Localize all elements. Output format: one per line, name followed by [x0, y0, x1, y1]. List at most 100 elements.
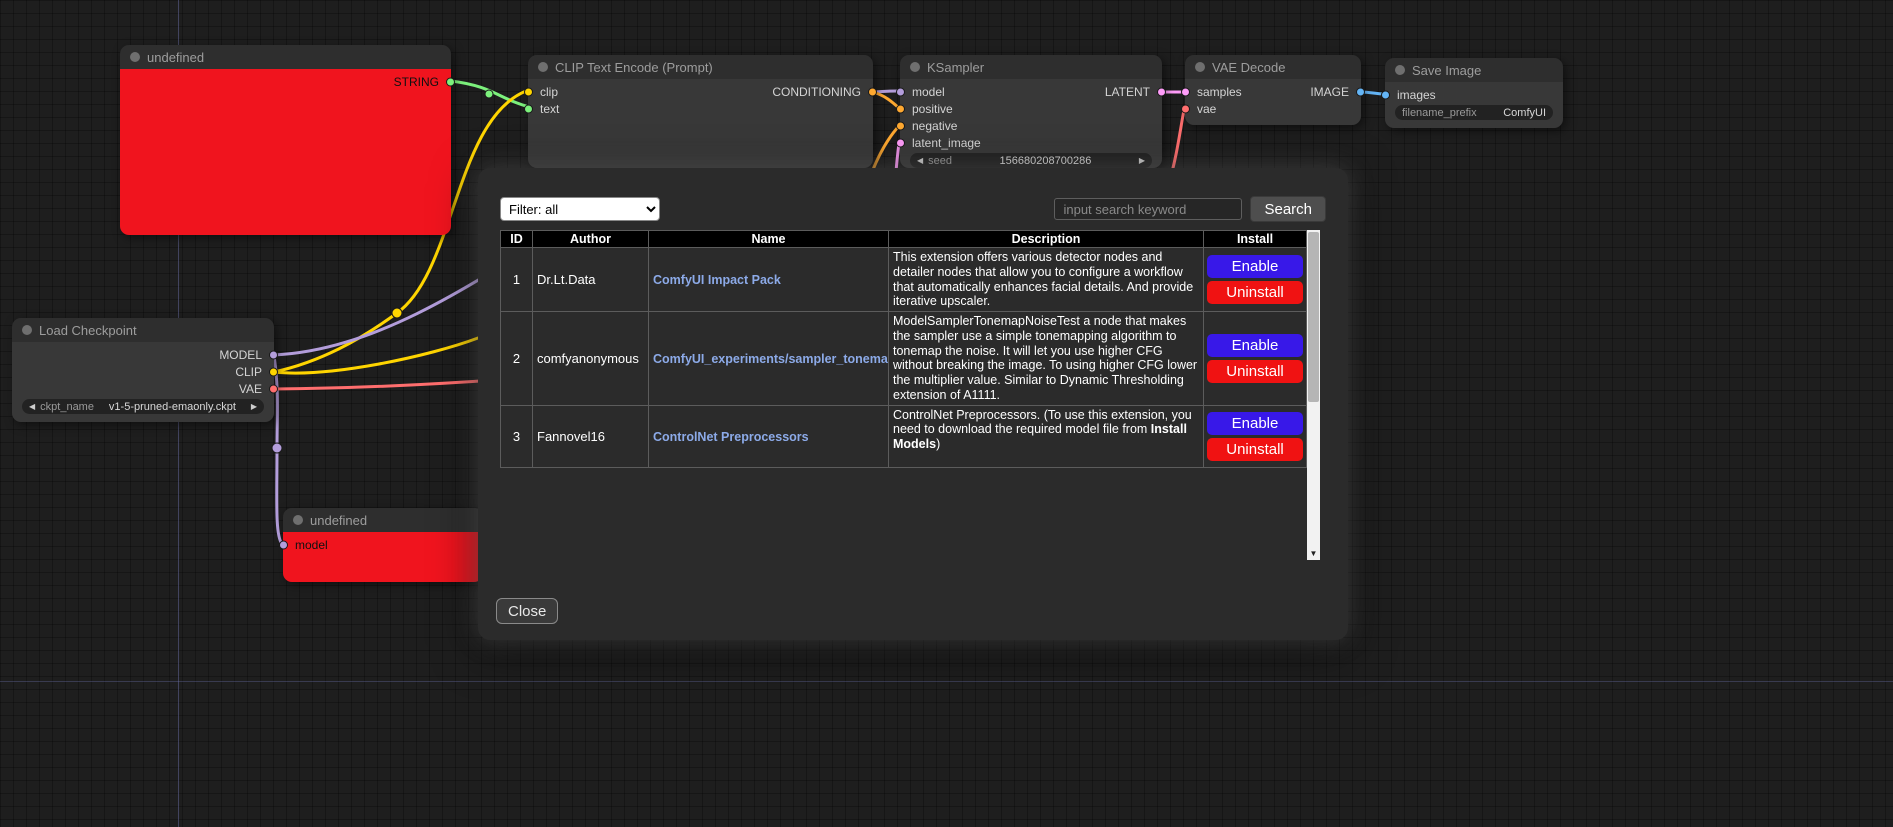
- extension-link[interactable]: ControlNet Preprocessors: [653, 430, 809, 444]
- extension-table-body: 1Dr.Lt.DataComfyUI Impact PackThis exten…: [501, 248, 1307, 468]
- node-body: samples IMAGE vae: [1185, 79, 1361, 125]
- slot-label-text: text: [540, 102, 559, 116]
- close-button[interactable]: Close: [496, 598, 558, 624]
- widget-ckpt-name[interactable]: ◀ ckpt_name v1-5-pruned-emaonly.ckpt ▶: [22, 399, 264, 414]
- slot-label-positive: positive: [912, 102, 953, 116]
- extension-row: 2comfyanonymousComfyUI_experiments/sampl…: [501, 312, 1307, 406]
- node-title-bar: KSampler: [900, 55, 1162, 79]
- dialog-controls: Filter: all Search: [500, 196, 1326, 222]
- node-undefined-bottom[interactable]: undefined model: [283, 508, 483, 582]
- node-body: clip CONDITIONING text: [528, 79, 873, 168]
- slot-label-vae: vae: [1197, 102, 1216, 116]
- manager-dialog: Filter: all Search IDAuthorNameDescripti…: [478, 168, 1348, 640]
- link-dot-clip[interactable]: [392, 308, 402, 318]
- graph-canvas[interactable]: undefined STRING CLIP Text Encode (Promp…: [0, 0, 1893, 827]
- cell-name: ComfyUI_experiments/sampler_tonemap: [649, 312, 889, 406]
- input-slot-negative[interactable]: [896, 121, 905, 130]
- cell-name: ControlNet Preprocessors: [649, 405, 889, 467]
- collapse-dot[interactable]: [538, 62, 548, 72]
- input-slot-clip[interactable]: [524, 87, 533, 96]
- cell-id: 2: [501, 312, 533, 406]
- widget-seed[interactable]: ◀ seed 156680208700286 ▶: [910, 153, 1152, 168]
- output-slot-string[interactable]: [446, 77, 455, 86]
- extension-link[interactable]: ComfyUI_experiments/sampler_tonemap: [653, 352, 889, 366]
- collapse-dot[interactable]: [910, 62, 920, 72]
- slot-label-latent-image: latent_image: [912, 136, 981, 150]
- widget-filename-prefix[interactable]: filename_prefix ComfyUI: [1395, 105, 1553, 120]
- link-dot-model[interactable]: [272, 443, 282, 453]
- increment-arrow-icon[interactable]: ▶: [1139, 153, 1145, 168]
- search-input[interactable]: [1054, 198, 1242, 220]
- node-save-image[interactable]: Save Image images filename_prefix ComfyU…: [1385, 58, 1563, 128]
- decrement-arrow-icon[interactable]: ◀: [29, 399, 35, 414]
- extension-row: 1Dr.Lt.DataComfyUI Impact PackThis exten…: [501, 248, 1307, 312]
- extension-link[interactable]: ComfyUI Impact Pack: [653, 273, 781, 287]
- widget-name: seed: [928, 155, 952, 167]
- collapse-dot[interactable]: [1195, 62, 1205, 72]
- decrement-arrow-icon[interactable]: ◀: [917, 153, 923, 168]
- output-slot-clip[interactable]: [269, 367, 278, 376]
- output-slot-latent[interactable]: [1157, 87, 1166, 96]
- cell-install: Enable Uninstall: [1204, 405, 1307, 467]
- enable-button[interactable]: Enable: [1207, 412, 1303, 435]
- cell-author: Dr.Lt.Data: [533, 248, 649, 312]
- enable-button[interactable]: Enable: [1207, 255, 1303, 278]
- cell-install: Enable Uninstall: [1204, 312, 1307, 406]
- input-slot-latent-image[interactable]: [896, 138, 905, 147]
- output-slot-image[interactable]: [1356, 87, 1365, 96]
- scrollbar-down-arrow-icon[interactable]: ▼: [1307, 547, 1320, 560]
- scrollbar[interactable]: ▼: [1307, 230, 1320, 560]
- input-slot-images[interactable]: [1381, 90, 1390, 99]
- node-body: images filename_prefix ComfyUI: [1385, 82, 1563, 128]
- slot-label-conditioning: CONDITIONING: [772, 85, 861, 99]
- enable-button[interactable]: Enable: [1207, 334, 1303, 357]
- node-title: Save Image: [1412, 63, 1481, 78]
- output-slot-vae[interactable]: [269, 384, 278, 393]
- extension-table: IDAuthorNameDescriptionInstall 1Dr.Lt.Da…: [500, 230, 1307, 468]
- uninstall-button[interactable]: Uninstall: [1207, 438, 1303, 461]
- slot-label-images: images: [1397, 88, 1436, 102]
- widget-value: v1-5-pruned-emaonly.ckpt: [109, 401, 236, 413]
- uninstall-button[interactable]: Uninstall: [1207, 360, 1303, 383]
- filter-select[interactable]: Filter: all: [500, 197, 660, 221]
- uninstall-button[interactable]: Uninstall: [1207, 281, 1303, 304]
- node-title-bar: CLIP Text Encode (Prompt): [528, 55, 873, 79]
- slot-label-model-out: MODEL: [219, 348, 262, 362]
- input-slot-text[interactable]: [524, 104, 533, 113]
- search-button[interactable]: Search: [1250, 196, 1326, 222]
- output-slot-model[interactable]: [269, 350, 278, 359]
- collapse-dot[interactable]: [293, 515, 303, 525]
- node-clip-text-encode[interactable]: CLIP Text Encode (Prompt) clip CONDITION…: [528, 55, 873, 168]
- input-slot-positive[interactable]: [896, 104, 905, 113]
- node-title-bar: Load Checkpoint: [12, 318, 274, 342]
- input-slot-samples[interactable]: [1181, 87, 1190, 96]
- collapse-dot[interactable]: [1395, 65, 1405, 75]
- slot-label-samples: samples: [1197, 85, 1242, 99]
- node-title: KSampler: [927, 60, 984, 75]
- column-header-description: Description: [889, 231, 1204, 248]
- cell-install: Enable Uninstall: [1204, 248, 1307, 312]
- input-slot-vae[interactable]: [1181, 104, 1190, 113]
- node-ksampler[interactable]: KSampler model LATENT positive negative …: [900, 55, 1162, 168]
- column-header-name: Name: [649, 231, 889, 248]
- wire-conditioning-positive: [873, 92, 899, 108]
- node-title-bar: undefined: [120, 45, 451, 69]
- node-vae-decode[interactable]: VAE Decode samples IMAGE vae: [1185, 55, 1361, 125]
- node-body: MODEL CLIP VAE ◀ ckpt_name v1-5-pruned-e…: [12, 342, 274, 422]
- description-text: ControlNet Preprocessors. (To use this e…: [893, 408, 1192, 437]
- collapse-dot[interactable]: [22, 325, 32, 335]
- increment-arrow-icon[interactable]: ▶: [251, 399, 257, 414]
- node-load-checkpoint[interactable]: Load Checkpoint MODEL CLIP VAE ◀ ckpt_na…: [12, 318, 274, 422]
- input-slot-model[interactable]: [896, 87, 905, 96]
- output-slot-conditioning[interactable]: [868, 87, 877, 96]
- node-undefined-top[interactable]: undefined STRING: [120, 45, 451, 235]
- extension-table-wrap: IDAuthorNameDescriptionInstall 1Dr.Lt.Da…: [500, 230, 1326, 560]
- node-body: model LATENT positive negative latent_im…: [900, 79, 1162, 168]
- input-slot-model[interactable]: [279, 540, 288, 549]
- node-title-bar: Save Image: [1385, 58, 1563, 82]
- link-dot-string[interactable]: [485, 90, 493, 98]
- collapse-dot[interactable]: [130, 52, 140, 62]
- node-title-bar: VAE Decode: [1185, 55, 1361, 79]
- slot-label-vae-out: VAE: [239, 382, 262, 396]
- scrollbar-thumb[interactable]: [1308, 232, 1319, 402]
